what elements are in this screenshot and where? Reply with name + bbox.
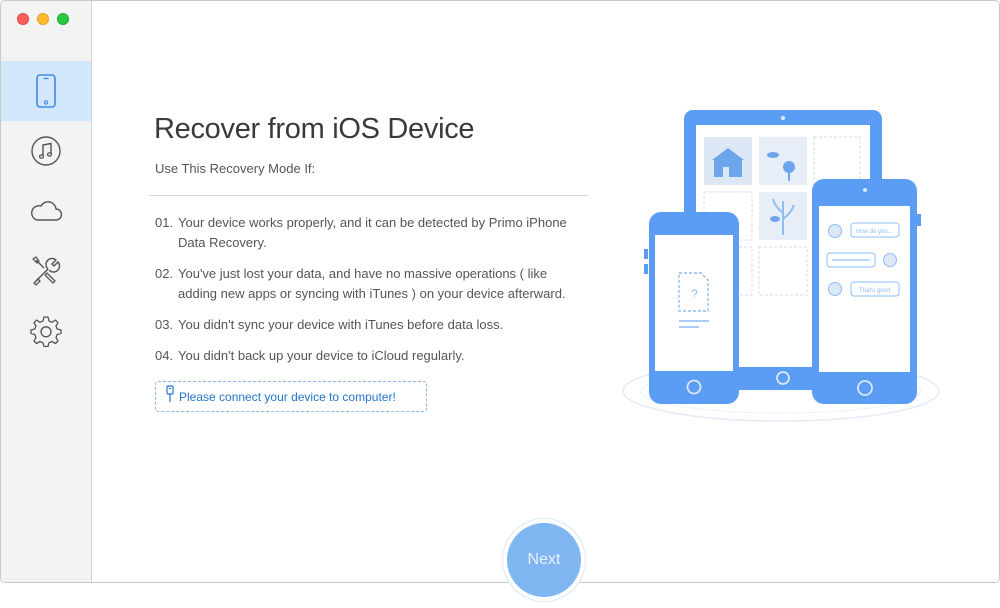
tools-icon xyxy=(30,255,62,287)
sidebar-item-icloud[interactable] xyxy=(1,181,91,241)
gear-icon xyxy=(30,315,62,347)
sidebar-item-tools[interactable] xyxy=(1,241,91,301)
step-number: 02. xyxy=(155,266,174,281)
svg-text:How do you...: How do you... xyxy=(856,229,893,235)
cloud-icon xyxy=(29,199,63,223)
question-mark: ? xyxy=(691,287,698,301)
next-button[interactable]: Next xyxy=(507,523,581,597)
divider xyxy=(149,195,589,196)
step-number: 04. xyxy=(155,348,174,363)
iphone-icon xyxy=(35,74,57,108)
connect-device-prompt: Please connect your device to computer! xyxy=(155,381,427,412)
list-item: 04. You didn't back up your device to iC… xyxy=(155,346,585,366)
connect-prompt-text: Please connect your device to computer! xyxy=(179,389,396,404)
page-subtitle: Use This Recovery Mode If: xyxy=(155,161,316,176)
step-text: Your device works properly, and it can b… xyxy=(178,215,567,250)
page-title: Recover from iOS Device xyxy=(154,113,475,145)
sidebar-item-itunes[interactable] xyxy=(1,121,91,181)
list-item: 03. You didn't sync your device with iTu… xyxy=(155,315,585,335)
devices-illustration: ? How do you... That's good xyxy=(611,101,951,436)
step-number: 03. xyxy=(155,317,174,332)
list-item: 02. You've just lost your data, and have… xyxy=(155,264,585,304)
step-text: You didn't back up your device to iCloud… xyxy=(178,348,465,363)
sidebar xyxy=(1,1,92,582)
list-item: 01. Your device works properly, and it c… xyxy=(155,213,585,253)
app-window: Recover from iOS Device Use This Recover… xyxy=(0,0,1000,583)
minimize-window-button[interactable] xyxy=(37,13,49,25)
sidebar-item-ios-device[interactable] xyxy=(1,61,91,121)
step-text: You didn't sync your device with iTunes … xyxy=(178,317,504,332)
usb-cable-icon xyxy=(166,385,174,408)
music-icon xyxy=(30,135,62,167)
requirements-list: 01. Your device works properly, and it c… xyxy=(155,213,585,377)
step-text: You've just lost your data, and have no … xyxy=(178,266,566,301)
close-window-button[interactable] xyxy=(17,13,29,25)
zoom-window-button[interactable] xyxy=(57,13,69,25)
step-number: 01. xyxy=(155,215,174,230)
svg-text:That's good: That's good xyxy=(859,288,890,294)
sidebar-item-settings[interactable] xyxy=(1,301,91,361)
